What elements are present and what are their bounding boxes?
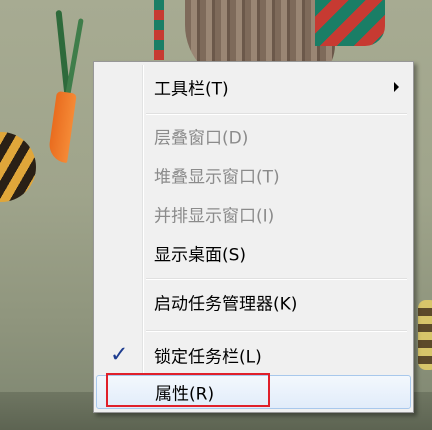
menu-item-label: 启动任务管理器(K) [154,294,298,315]
menu-item-start-task-manager[interactable]: 启动任务管理器(K) [96,285,411,319]
submenu-arrow-icon [394,82,399,92]
taskbar-context-menu: 工具栏(T) 层叠窗口(D) 堆叠显示窗口(T) 并排显示窗口(I) 显示桌面(… [93,61,414,413]
menu-item-label: 锁定任务栏(L) [154,347,262,368]
menu-item-label: 显示桌面(S) [154,245,247,266]
menu-item-label: 并排显示窗口(I) [154,206,275,227]
menu-separator [146,113,407,115]
menu-item-label: 工具栏(T) [154,79,229,100]
wallpaper-scarf-decoration [315,0,385,46]
desktop-screen: 工具栏(T) 层叠窗口(D) 堆叠显示窗口(T) 并排显示窗口(I) 显示桌面(… [0,0,432,430]
menu-item-side-by-side-windows: 并排显示窗口(I) [96,197,411,231]
wallpaper-bee-decoration [0,132,36,202]
menu-separator [146,278,407,280]
checkmark-icon: ✓ [110,342,129,368]
wallpaper-right-decoration [418,300,432,370]
menu-item-label: 堆叠显示窗口(T) [154,167,280,188]
menu-item-toolbars[interactable]: 工具栏(T) [96,70,411,104]
menu-item-show-desktop[interactable]: 显示桌面(S) [96,236,411,270]
menu-item-cascade-windows: 层叠窗口(D) [96,119,411,153]
wallpaper-leaf-decoration [65,18,84,96]
wallpaper-pole-decoration [154,0,164,60]
wallpaper-carrot-decoration [47,90,77,164]
menu-separator [146,330,407,332]
highlight-annotation-box [106,373,270,407]
menu-item-label: 层叠窗口(D) [154,128,249,149]
menu-item-stack-windows: 堆叠显示窗口(T) [96,158,411,192]
menu-item-lock-taskbar[interactable]: ✓ 锁定任务栏(L) [96,338,411,372]
